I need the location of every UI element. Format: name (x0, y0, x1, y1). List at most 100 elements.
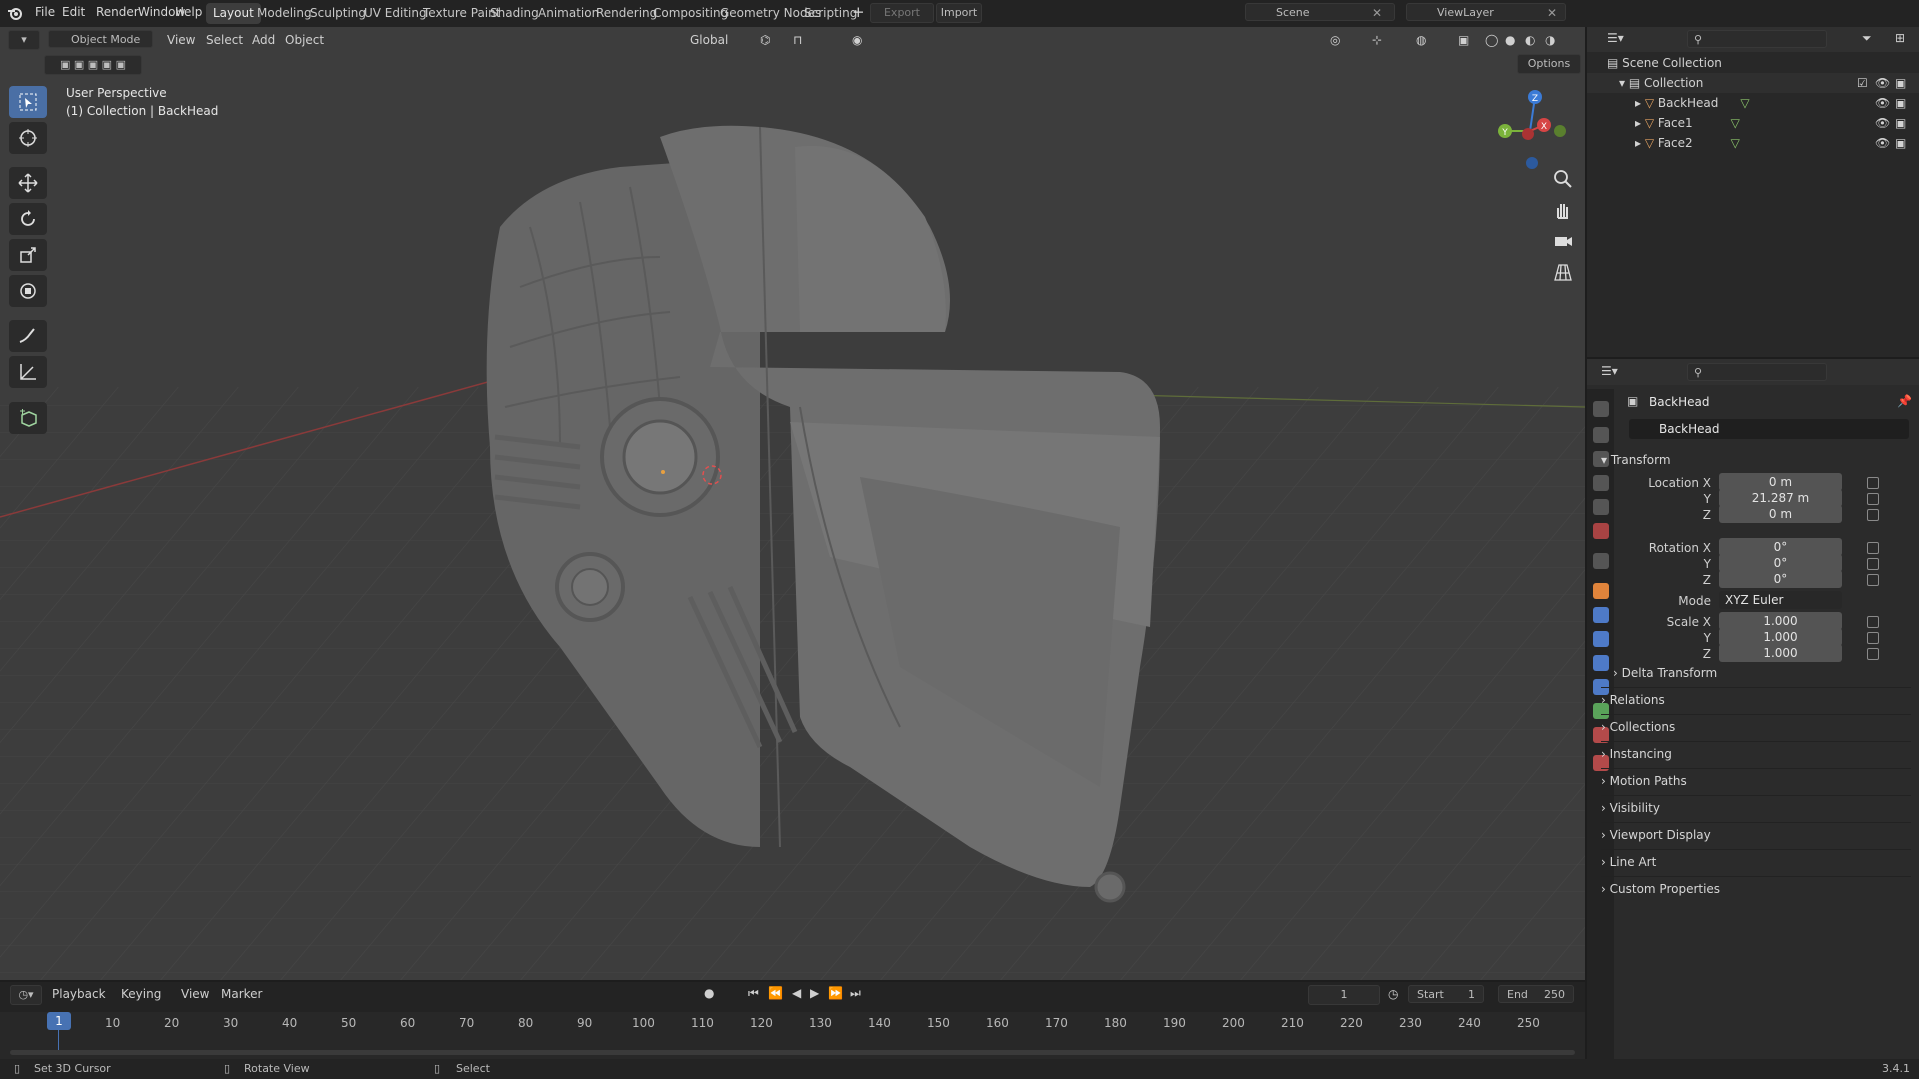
scale-tool[interactable] (9, 239, 47, 271)
pivot-icon[interactable]: ⌬ (760, 31, 770, 49)
cursor-tool[interactable] (9, 122, 47, 154)
record-icon[interactable]: ● (704, 986, 714, 1000)
viewport-display-section-header[interactable]: › Viewport Display (1601, 822, 1911, 847)
visibility-eye-icon[interactable]: 👁 (1875, 113, 1890, 133)
collections-section-header[interactable]: › Collections (1601, 714, 1911, 739)
new-collection-icon[interactable]: ⊞ (1895, 31, 1905, 45)
proportional-edit-icon[interactable]: ◉ (852, 31, 862, 49)
import-button[interactable]: Import (936, 3, 982, 23)
measure-tool[interactable] (9, 356, 47, 388)
current-frame-field[interactable]: 1 (1308, 985, 1380, 1005)
menu-edit[interactable]: Edit (62, 5, 85, 19)
outliner-collection[interactable]: ▾ ▤ Collection ☑ 👁 ▣ (1587, 73, 1919, 93)
3d-viewport[interactable]: ▾ Object Mode View Select Add Object Glo… (0, 27, 1585, 980)
render-tab-icon[interactable] (1593, 427, 1609, 443)
options-button[interactable]: Options (1517, 54, 1581, 74)
wireframe-shading-icon[interactable]: ◯ (1485, 31, 1498, 49)
filter-icon[interactable]: ⏷ (1862, 31, 1872, 46)
xray-icon[interactable]: ▣ (1458, 31, 1469, 49)
pin-icon[interactable]: 📌 (1897, 394, 1912, 408)
properties-editor-type-icon[interactable]: ☰▾ (1601, 364, 1618, 378)
lock-icon[interactable] (1867, 574, 1879, 586)
prev-keyframe-icon[interactable]: ⏪ (768, 986, 783, 1000)
menu-render[interactable]: Render (96, 5, 139, 19)
add-workspace-icon[interactable]: + (852, 3, 865, 21)
outliner-scene-collection[interactable]: ▤ Scene Collection (1587, 53, 1919, 73)
exclude-checkbox[interactable]: ☑ (1857, 73, 1868, 93)
transform-section-header[interactable]: ▾ Transform (1601, 448, 1911, 472)
motion-paths-section-header[interactable]: › Motion Paths (1601, 768, 1911, 793)
outliner-object-backhead[interactable]: ▸ ▽ BackHead ▽ 👁 ▣ (1587, 93, 1919, 113)
object-tab-icon[interactable] (1593, 583, 1609, 599)
jump-start-icon[interactable]: ⏮ (748, 986, 759, 1001)
lock-icon[interactable] (1867, 648, 1879, 660)
expand-icon[interactable]: ▸ (1635, 136, 1645, 150)
select-box-tool[interactable] (9, 86, 47, 118)
location-z-field[interactable]: 0 m (1719, 505, 1842, 523)
menu-help[interactable]: Help (175, 5, 202, 19)
end-frame-field[interactable]: End 250 (1498, 985, 1574, 1003)
menu-playback[interactable]: Playback (52, 987, 106, 1001)
rendered-shading-icon[interactable]: ◑ (1545, 31, 1555, 49)
viewlayer-selector[interactable]: ViewLayer (1406, 3, 1566, 21)
visibility-icon[interactable]: ◎ (1330, 31, 1340, 49)
play-icon[interactable]: ▶ (810, 986, 819, 1000)
zoom-view-icon[interactable] (1551, 167, 1575, 191)
clock-icon[interactable]: ◷ (1388, 987, 1398, 1001)
outliner-editor-type-icon[interactable]: ☰▾ (1607, 31, 1624, 45)
world-tab-icon[interactable] (1593, 523, 1609, 539)
play-reverse-icon[interactable]: ◀ (792, 986, 801, 1000)
lock-icon[interactable] (1867, 616, 1879, 628)
view-layer-tab-icon[interactable] (1593, 475, 1609, 491)
next-keyframe-icon[interactable]: ⏩ (828, 986, 843, 1000)
properties-search-input[interactable]: ⚲ (1687, 363, 1827, 381)
delta-transform-header[interactable]: › Delta Transform (1613, 661, 1911, 685)
start-frame-field[interactable]: Start 1 (1408, 985, 1484, 1003)
render-camera-icon[interactable]: ▣ (1895, 73, 1906, 93)
collection-tab-icon[interactable] (1593, 553, 1609, 569)
transform-tool[interactable] (9, 275, 47, 307)
object-name-field[interactable]: BackHead (1629, 419, 1909, 439)
editor-type-button[interactable]: ▾ (8, 30, 40, 50)
lock-icon[interactable] (1867, 632, 1879, 644)
lock-icon[interactable] (1867, 509, 1879, 521)
visibility-eye-icon[interactable]: 👁 (1875, 73, 1890, 93)
scene-close-icon[interactable]: ✕ (1372, 6, 1382, 20)
render-camera-icon[interactable]: ▣ (1895, 133, 1906, 153)
lock-icon[interactable] (1867, 477, 1879, 489)
outliner-object-face1[interactable]: ▸ ▽ Face1 ▽ 👁 ▣ (1587, 113, 1919, 133)
timeline-scrollbar[interactable] (10, 1050, 1575, 1055)
tool-tab-icon[interactable] (1593, 401, 1609, 417)
menu-view[interactable]: View (181, 987, 209, 1001)
line-art-section-header[interactable]: › Line Art (1601, 849, 1911, 874)
rotation-z-field[interactable]: 0° (1719, 570, 1842, 588)
menu-add[interactable]: Add (252, 31, 275, 49)
custom-properties-section-header[interactable]: › Custom Properties (1601, 876, 1911, 901)
camera-view-icon[interactable] (1551, 229, 1575, 253)
outliner-search-input[interactable]: ⚲ (1687, 30, 1827, 48)
menu-view[interactable]: View (167, 31, 195, 49)
menu-marker[interactable]: Marker (221, 987, 262, 1001)
overlay-toggle-icon[interactable]: ◍ (1416, 31, 1426, 49)
relations-section-header[interactable]: › Relations (1601, 687, 1911, 712)
menu-object[interactable]: Object (285, 31, 324, 49)
expand-icon[interactable]: ▸ (1635, 96, 1645, 110)
blender-logo-icon[interactable] (7, 5, 23, 21)
render-camera-icon[interactable]: ▣ (1895, 113, 1906, 133)
outliner-object-face2[interactable]: ▸ ▽ Face2 ▽ 👁 ▣ (1587, 133, 1919, 153)
current-frame-marker[interactable]: 1 (47, 1012, 71, 1030)
instancing-section-header[interactable]: › Instancing (1601, 741, 1911, 766)
material-shading-icon[interactable]: ◐ (1525, 31, 1535, 49)
expand-icon[interactable]: ▸ (1635, 116, 1645, 130)
annotate-tool[interactable] (9, 320, 47, 352)
scene-tab-icon[interactable] (1593, 499, 1609, 515)
lock-icon[interactable] (1867, 542, 1879, 554)
perspective-toggle-icon[interactable] (1551, 260, 1575, 284)
gizmo-toggle-icon[interactable]: ⊹ (1372, 31, 1382, 49)
modifier-tab-icon[interactable] (1593, 607, 1609, 623)
particles-tab-icon[interactable] (1593, 631, 1609, 647)
expand-icon[interactable]: ▾ (1619, 76, 1629, 90)
menu-keying[interactable]: Keying (121, 987, 161, 1001)
rotation-mode-select[interactable]: XYZ Euler (1719, 591, 1842, 609)
timeline-editor-type-icon[interactable]: ◷▾ (10, 985, 42, 1005)
